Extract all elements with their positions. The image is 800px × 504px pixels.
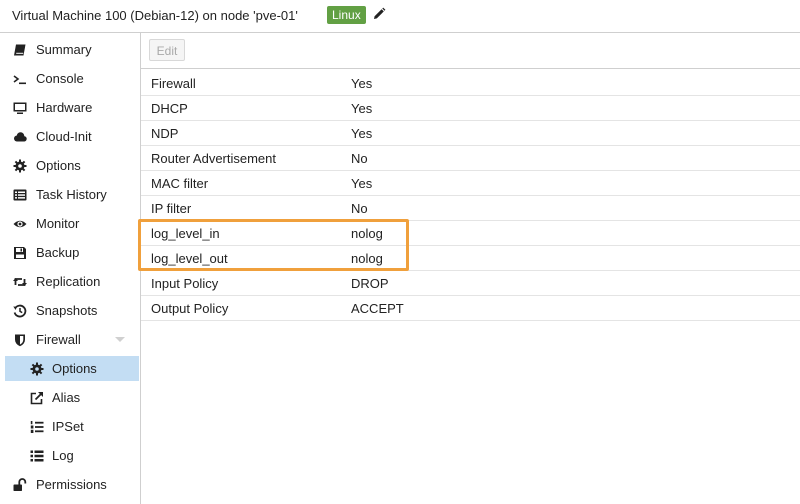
retweet-icon	[13, 278, 27, 286]
list-icon	[30, 450, 44, 462]
sidebar-item-label: Log	[52, 448, 74, 463]
sidebar-item-label: Options	[52, 361, 97, 376]
table-row[interactable]: log_level_out nolog	[141, 246, 800, 271]
cloud-icon	[14, 132, 27, 142]
edit-button[interactable]: Edit	[149, 39, 185, 61]
monitor-icon	[13, 102, 27, 114]
list-ol-icon	[30, 421, 44, 433]
sidebar-item-monitor[interactable]: Monitor	[5, 211, 139, 236]
sidebar-item-label: Firewall	[36, 332, 81, 347]
table-row[interactable]: Firewall Yes	[141, 71, 800, 96]
table-row[interactable]: IP filter No	[141, 196, 800, 221]
sidebar-item-options[interactable]: Options	[5, 153, 139, 178]
option-key: Output Policy	[151, 301, 229, 316]
option-value: Yes	[351, 101, 373, 116]
os-tag-badge[interactable]: Linux	[327, 6, 366, 24]
sidebar-item-alias[interactable]: Alias	[5, 385, 139, 410]
option-value: nolog	[351, 251, 383, 266]
page-title: Virtual Machine 100 (Debian-12) on node …	[12, 8, 298, 23]
sidebar-item-label: Backup	[36, 245, 80, 260]
sidebar-item-label: Replication	[36, 274, 101, 289]
sidebar-item-label: Permissions	[36, 477, 107, 492]
terminal-icon	[13, 75, 26, 85]
sidebar-item-label: Snapshots	[36, 303, 98, 318]
sidebar-item-label: Summary	[36, 42, 92, 57]
sidebar-item-hardware[interactable]: Hardware	[5, 95, 139, 120]
sidebar-item-label: Alias	[52, 390, 81, 405]
sidebar-item-label: Cloud-Init	[36, 129, 92, 144]
sidebar-item-label: IPSet	[52, 419, 84, 434]
option-value: No	[351, 151, 368, 166]
table-row[interactable]: Input Policy DROP	[141, 271, 800, 296]
option-key: MAC filter	[151, 176, 209, 191]
shield-icon	[15, 334, 25, 347]
table-row[interactable]: NDP Yes	[141, 121, 800, 146]
option-key: log_level_in	[151, 226, 220, 241]
app-window: Virtual Machine 100 (Debian-12) on node …	[0, 0, 800, 504]
floppy-icon	[14, 247, 26, 259]
sidebar-item-log[interactable]: Log	[5, 443, 139, 468]
gear-icon	[30, 362, 44, 376]
sidebar-item-firewall[interactable]: Firewall	[5, 327, 139, 352]
option-key: IP filter	[151, 201, 192, 216]
sidebar-item-label: Options	[36, 158, 81, 173]
table-row[interactable]: MAC filter Yes	[141, 171, 800, 196]
list-icon	[13, 189, 27, 201]
option-key: log_level_out	[151, 251, 228, 266]
sidebar-item-summary[interactable]: Summary	[5, 37, 139, 62]
eye-icon	[13, 220, 27, 228]
sidebar-item-label: Monitor	[36, 216, 80, 231]
option-key: Input Policy	[151, 276, 219, 291]
table-row[interactable]: Output Policy ACCEPT	[141, 296, 800, 321]
sidebar-item-replication[interactable]: Replication	[5, 269, 139, 294]
firewall-options-panel: Edit Firewall Yes DHCP Yes NDP Yes Route…	[141, 33, 800, 504]
sidebar-item-console[interactable]: Console	[5, 66, 139, 91]
option-key: Router Advertisement	[151, 151, 277, 166]
table-row[interactable]: DHCP Yes	[141, 96, 800, 121]
sidebar-nav: Summary Console Hardware Cloud-Init Opti…	[0, 33, 141, 504]
gear-icon	[13, 159, 27, 173]
sidebar-item-firewall-options[interactable]: Options	[5, 356, 139, 381]
option-value: ACCEPT	[351, 301, 404, 316]
option-value: nolog	[351, 226, 383, 241]
sidebar-item-label: Console	[36, 71, 84, 86]
option-value: Yes	[351, 126, 373, 141]
book-icon	[14, 44, 26, 56]
option-key: DHCP	[151, 101, 188, 116]
option-value: Yes	[351, 76, 373, 91]
table-row[interactable]: log_level_in nolog	[141, 221, 800, 246]
header-bar: Virtual Machine 100 (Debian-12) on node …	[0, 0, 800, 33]
option-key: Firewall	[151, 76, 196, 91]
toolbar: Edit	[141, 33, 800, 69]
sidebar-item-label: Hardware	[36, 100, 93, 115]
external-link-icon	[30, 391, 44, 405]
pencil-icon[interactable]	[372, 7, 386, 21]
sidebar-item-permissions[interactable]: Permissions	[5, 472, 139, 497]
option-value: Yes	[351, 176, 373, 191]
sidebar-item-task-history[interactable]: Task History	[5, 182, 139, 207]
option-value: DROP	[351, 276, 389, 291]
collapse-arrow-icon[interactable]	[115, 337, 125, 342]
table-row[interactable]: Router Advertisement No	[141, 146, 800, 171]
history-icon	[13, 304, 27, 318]
option-key: NDP	[151, 126, 179, 141]
sidebar-item-backup[interactable]: Backup	[5, 240, 139, 265]
sidebar-item-cloud-init[interactable]: Cloud-Init	[5, 124, 139, 149]
unlock-icon	[13, 478, 27, 491]
sidebar-item-ipset[interactable]: IPSet	[5, 414, 139, 439]
sidebar-item-snapshots[interactable]: Snapshots	[5, 298, 139, 323]
option-value: No	[351, 201, 368, 216]
sidebar-item-label: Task History	[36, 187, 107, 202]
